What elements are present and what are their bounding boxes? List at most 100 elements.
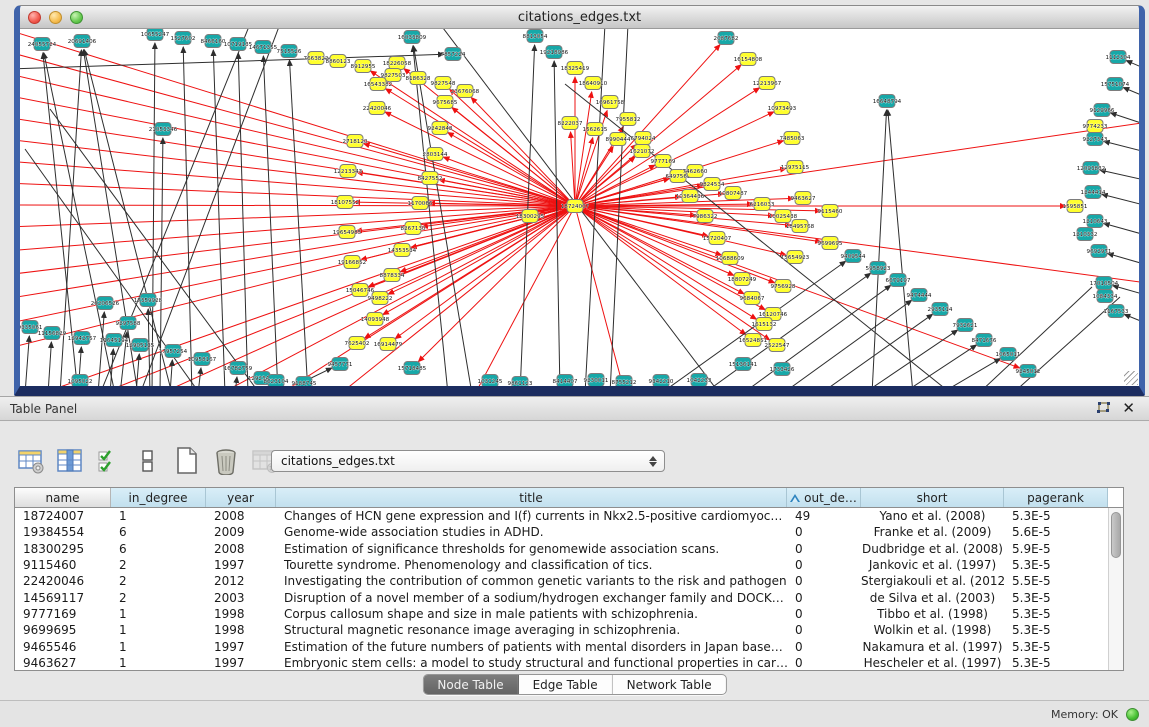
table-cell[interactable]: 1997	[206, 640, 276, 654]
table-cell[interactable]: 9465546	[15, 640, 111, 654]
table-cell[interactable]: 6	[111, 542, 206, 556]
graph-node[interactable]: 9188745	[292, 377, 317, 387]
graph-node[interactable]: 18640910	[579, 77, 608, 90]
table-cell[interactable]: 9699695	[15, 623, 111, 637]
graph-node[interactable]: 9245012	[1016, 365, 1041, 378]
graph-edge[interactable]	[136, 354, 139, 386]
graph-node[interactable]: 14093948	[361, 313, 390, 326]
table-cell[interactable]: Stergiakouli et al. (2012)	[861, 574, 1004, 588]
table-row[interactable]: 1456911722003Disruption of a novel membe…	[15, 589, 1123, 605]
graph-node[interactable]: 8990444	[606, 133, 631, 146]
graph-node[interactable]: 2087682	[714, 32, 739, 45]
table-cell[interactable]: 0	[787, 542, 861, 556]
graph-node[interactable]: 19218986	[540, 46, 569, 59]
graph-edge[interactable]	[1100, 170, 1139, 179]
graph-edge[interactable]	[263, 56, 278, 386]
column-header-name[interactable]: name	[15, 488, 111, 507]
table-cell[interactable]: Estimation of the future numbers of pati…	[276, 640, 787, 654]
delete-icon[interactable]	[211, 446, 241, 476]
table-row[interactable]: 969969511998Structural magnetic resonanc…	[15, 622, 1123, 638]
table-cell[interactable]: 5.3E-5	[1004, 607, 1108, 621]
graph-edge[interactable]	[183, 47, 192, 386]
table-selector-dropdown[interactable]: citations_edges.txt	[271, 450, 665, 472]
table-cell[interactable]: 1	[111, 656, 206, 670]
graph-edge[interactable]	[1102, 194, 1139, 204]
graph-node[interactable]: 12213967	[753, 77, 782, 90]
graph-edge[interactable]	[170, 360, 172, 386]
table-cell[interactable]: Structural magnetic resonance image aver…	[276, 623, 787, 637]
graph-node[interactable]: 1084334	[1093, 290, 1118, 303]
graph-edge[interactable]	[1123, 87, 1139, 97]
graph-edge[interactable]	[98, 312, 104, 386]
graph-node[interactable]: 9297588	[116, 317, 141, 330]
table-cell[interactable]: Dudbridge et al. (2008)	[861, 542, 1004, 556]
table-cell[interactable]: 2003	[206, 591, 276, 605]
graph-node[interactable]: 9824534	[700, 178, 725, 191]
graph-node[interactable]: 9474444	[907, 289, 932, 302]
graph-node[interactable]: 10688609	[716, 252, 745, 265]
graph-edge[interactable]	[1104, 141, 1139, 151]
table-cell[interactable]: Wolkin et al. (1998)	[861, 623, 1004, 637]
table-cell[interactable]: de Silva et al. (2003)	[861, 591, 1004, 605]
table-cell[interactable]: 1997	[206, 558, 276, 572]
graph-node[interactable]: 2803144	[423, 148, 448, 161]
table-cell[interactable]: 5.3E-5	[1004, 656, 1108, 670]
graph-node[interactable]: 12975115	[781, 161, 810, 174]
table-cell[interactable]: 0	[787, 574, 861, 588]
graph-node[interactable]: 1031245	[478, 375, 503, 387]
table-cell[interactable]: Investigating the contribution of common…	[276, 574, 787, 588]
graph-node[interactable]: 8755212	[612, 376, 637, 387]
table-cell[interactable]: 5.3E-5	[1004, 623, 1108, 637]
table-cell[interactable]: Tourette syndrome. Phenomenology and cla…	[276, 558, 787, 572]
table-row[interactable]: 977716911998Corpus callosum shape and si…	[15, 606, 1123, 622]
graph-node[interactable]: 1210643	[1083, 215, 1108, 228]
table-cell[interactable]: 0	[787, 656, 861, 670]
graph-node[interactable]: 16914479	[374, 338, 403, 351]
graph-node[interactable]: 19654985	[333, 226, 362, 239]
graph-node[interactable]: 15718485	[398, 362, 427, 375]
tab-network-table[interactable]: Network Table	[613, 675, 726, 694]
table-cell[interactable]: Jankovic et al. (1997)	[861, 558, 1004, 572]
table-cell[interactable]: 9777169	[15, 607, 111, 621]
graph-edge[interactable]	[1111, 113, 1139, 124]
graph-node[interactable]: 7485063	[780, 132, 805, 145]
panel-split-icon[interactable]	[133, 446, 163, 476]
table-cell[interactable]: 2008	[206, 542, 276, 556]
table-cell[interactable]: 5.6E-5	[1004, 525, 1108, 539]
table-row[interactable]: 946362711997Embryonic stem cells: a mode…	[15, 655, 1123, 671]
table-cell[interactable]: Embryonic stem cells: a model to study s…	[276, 656, 787, 670]
graph-node[interactable]: 1112304	[1106, 51, 1131, 64]
graph-edge[interactable]	[40, 206, 575, 386]
graph-node[interactable]: 2522547	[765, 339, 790, 352]
table-cell[interactable]: 1997	[206, 656, 276, 670]
graph-node[interactable]: 7625402	[345, 337, 370, 350]
graph-node[interactable]: 9230011	[584, 374, 609, 387]
column-header-year[interactable]: year	[206, 488, 276, 507]
graph-node[interactable]: 2718120	[343, 135, 368, 148]
graph-edge[interactable]	[385, 112, 575, 206]
table-row[interactable]: 1830029562008Estimation of significance …	[15, 541, 1123, 557]
table-cell[interactable]: 9463627	[15, 656, 111, 670]
graph-node[interactable]: 9129966	[1090, 104, 1115, 117]
graph-node[interactable]: 8466160	[201, 35, 226, 48]
graph-node[interactable]: 1167533	[1104, 305, 1129, 318]
resize-grip[interactable]	[1124, 371, 1138, 385]
tab-edge-table[interactable]: Edge Table	[519, 675, 613, 694]
table-cell[interactable]: 18300295	[15, 542, 111, 556]
graph-node[interactable]: 6679197	[886, 274, 911, 287]
graph-edge[interactable]	[20, 54, 444, 69]
graph-node[interactable]: 1562615	[583, 123, 608, 136]
table-row[interactable]: 1872400712008Changes of HCN gene express…	[15, 508, 1123, 524]
graph-edge[interactable]	[571, 132, 575, 206]
graph-edge[interactable]	[280, 206, 575, 386]
table-cell[interactable]: 0	[787, 591, 861, 605]
graph-node[interactable]: 1733426	[770, 363, 795, 376]
table-cell[interactable]: 0	[787, 525, 861, 539]
graph-node[interactable]: 8414407	[553, 375, 578, 387]
graph-node[interactable]: 18325419	[561, 62, 590, 75]
graph-node[interactable]: 1244414	[1081, 186, 1106, 199]
graph-edge[interactable]	[575, 92, 592, 206]
table-cell[interactable]: 1	[111, 607, 206, 621]
show-columns-icon[interactable]	[55, 446, 85, 476]
table-cell[interactable]: Yano et al. (2008)	[861, 509, 1004, 523]
